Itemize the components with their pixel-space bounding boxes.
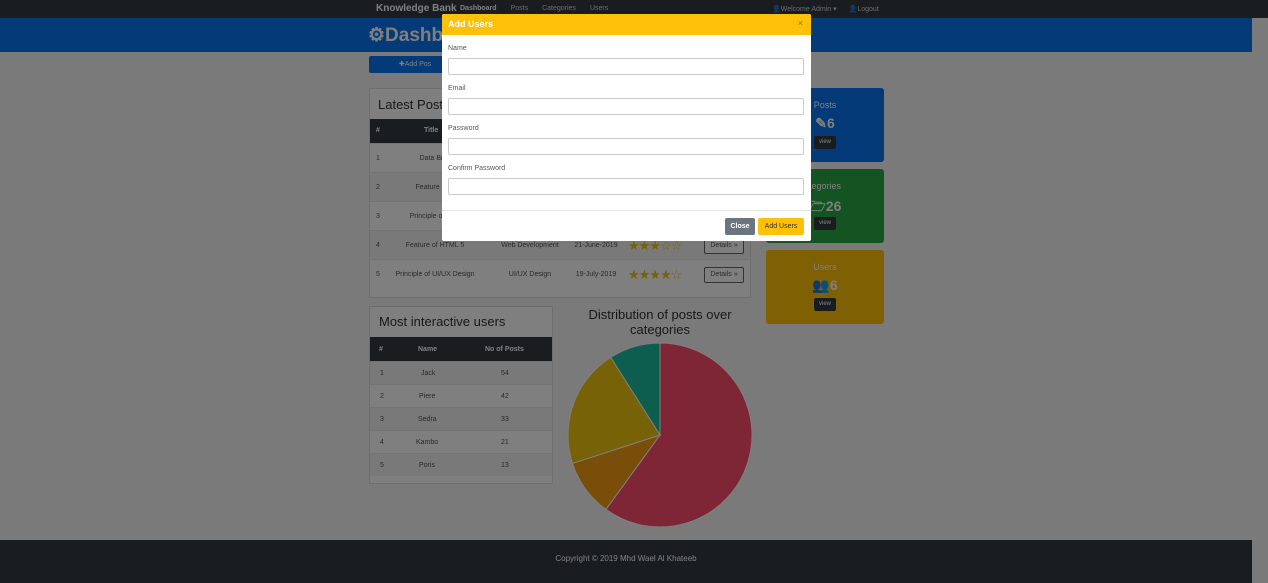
close-icon[interactable]: × (798, 18, 803, 28)
password-field[interactable] (448, 138, 804, 155)
modal-header: Add Users × (442, 14, 811, 35)
email-label: Email (448, 85, 466, 92)
name-label: Name (448, 45, 467, 52)
name-field[interactable] (448, 58, 804, 75)
confirm-password-label: Confirm Password (448, 165, 506, 172)
modal-footer-divider (442, 210, 811, 211)
add-users-modal: Add Users × Name Email Password Confirm … (442, 14, 811, 241)
password-label: Password (448, 125, 479, 132)
email-field[interactable] (448, 98, 804, 115)
close-button[interactable]: Close (725, 218, 755, 235)
add-users-button[interactable]: Add Users (758, 218, 804, 235)
confirm-password-field[interactable] (448, 178, 804, 195)
modal-title: Add Users (448, 19, 494, 29)
